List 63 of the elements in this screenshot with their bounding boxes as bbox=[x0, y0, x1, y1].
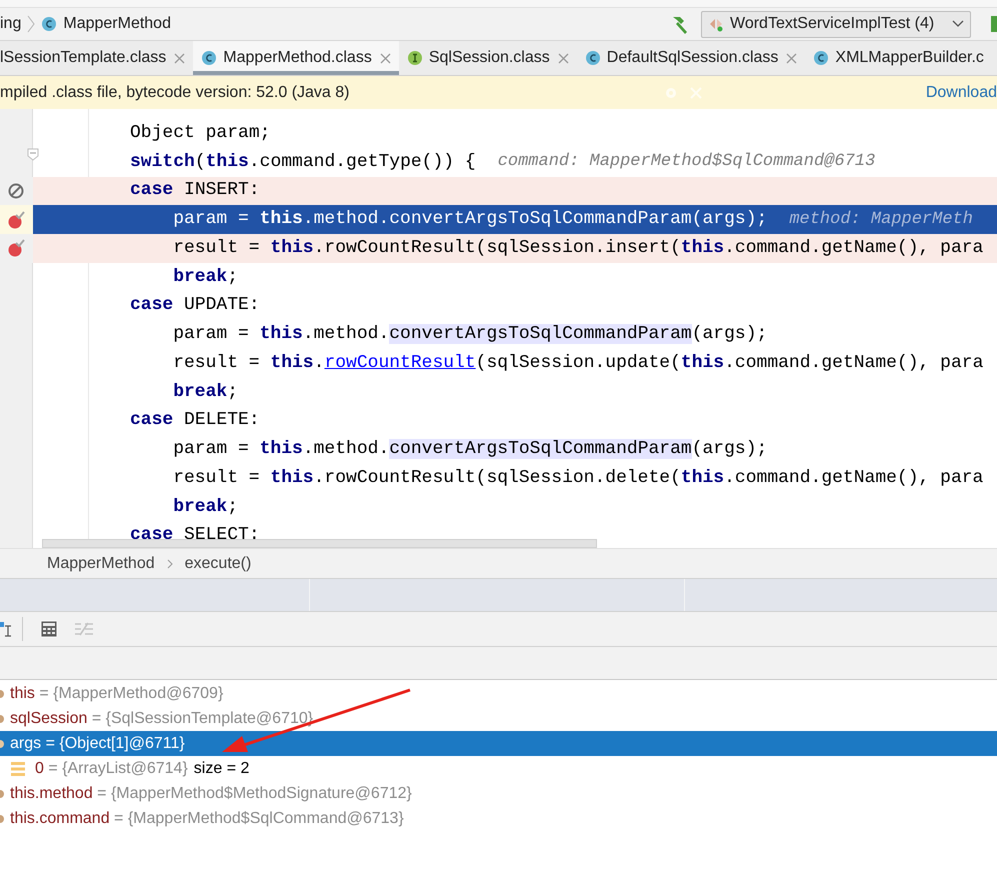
class-icon bbox=[201, 50, 218, 66]
editor-tab[interactable]: SqlSession.class bbox=[398, 41, 577, 75]
code-line: param = this.method.convertArgsToSqlCommandParam(args); bbox=[173, 323, 768, 346]
array-element-icon bbox=[11, 760, 25, 776]
variable-value: 0 = {ArrayList@6714} bbox=[35, 758, 188, 778]
code-line: case DELETE: bbox=[130, 409, 260, 432]
download-link[interactable]: Download bbox=[926, 80, 997, 104]
breakpoint-icon[interactable] bbox=[8, 210, 26, 229]
class-icon bbox=[41, 16, 58, 32]
breadcrumb-item[interactable]: ing bbox=[0, 12, 22, 36]
code-line: break; bbox=[173, 266, 238, 289]
editor-tab[interactable]: DefaultSqlSession.class bbox=[576, 41, 806, 75]
banner-message: mpiled .class file, bytecode version: 52.0 (Java 8) bbox=[0, 82, 350, 102]
variable-value: this.method = {MapperMethod$MethodSignature@6712} bbox=[10, 784, 412, 804]
inline-value-hint: method: MapperMeth bbox=[789, 208, 973, 231]
variable-row[interactable]: 0 = {ArrayList@6714} size = 2 bbox=[0, 756, 997, 781]
code-line: param = this.method.convertArgsToSqlCommandParam(args); bbox=[173, 438, 768, 462]
code-line: break; bbox=[173, 380, 238, 404]
editor-tab[interactable]: lSessionTemplate.class bbox=[0, 41, 194, 75]
code-line: case UPDATE: bbox=[130, 294, 260, 318]
variable-size: size = 2 bbox=[194, 758, 250, 778]
chevron-icon bbox=[166, 558, 173, 568]
code-line: result = this.rowCountResult(sqlSession.delete(this.command.getName(), para bbox=[173, 466, 984, 490]
variable-row[interactable]: this.method = {MapperMethod$MethodSignature@6712} bbox=[0, 781, 997, 806]
variable-row[interactable]: this = {MapperMethod@6709} bbox=[0, 681, 997, 706]
class-icon bbox=[584, 50, 601, 66]
muted-breakpoint-icon[interactable] bbox=[8, 182, 26, 200]
class-icon bbox=[813, 50, 830, 66]
code-line: result = this.rowCountResult(sqlSession.update(this.command.getName(), para bbox=[173, 352, 984, 375]
chevron-icon bbox=[27, 15, 36, 33]
editor-tab[interactable]: MapperMethod.class bbox=[193, 41, 399, 75]
interface-icon bbox=[406, 50, 423, 66]
close-icon[interactable] bbox=[558, 52, 569, 64]
variable-value: this = {MapperMethod@6709} bbox=[10, 684, 224, 704]
breadcrumb-item[interactable]: execute() bbox=[184, 552, 252, 576]
code-line: result = this.rowCountResult(sqlSession.insert(this.command.getName(), para bbox=[173, 236, 984, 260]
run-configuration-dropdown[interactable]: WordTextServiceImplTest (4) bbox=[701, 10, 971, 38]
code-line: break; bbox=[173, 496, 238, 519]
close-icon[interactable] bbox=[174, 52, 186, 64]
fold-icon[interactable] bbox=[27, 148, 39, 161]
variable-row[interactable]: args = {Object[1]@6711} bbox=[0, 731, 997, 756]
variable-row[interactable]: sqlSession = {SqlSessionTemplate@6710} bbox=[0, 706, 997, 731]
close-icon[interactable] bbox=[380, 52, 391, 64]
variable-value: sqlSession = {SqlSessionTemplate@6710} bbox=[10, 708, 314, 728]
code-line: Object param; bbox=[130, 122, 270, 145]
editor-tab[interactable]: XMLMapperBuilder.c bbox=[805, 41, 992, 75]
code-line: param = this.method.convertArgsToSqlCommandParam(args); bbox=[173, 208, 768, 232]
breadcrumb-item[interactable]: MapperMethod bbox=[63, 12, 171, 36]
close-icon[interactable] bbox=[786, 52, 798, 64]
variable-row[interactable]: this.command = {MapperMethod$SqlCommand@6713} bbox=[0, 806, 997, 831]
code-line: case INSERT: bbox=[130, 179, 260, 202]
calculator-icon[interactable] bbox=[41, 621, 57, 637]
code-link[interactable]: rowCountResult bbox=[324, 352, 476, 373]
run-config-icon bbox=[708, 16, 724, 32]
breakpoint-icon[interactable] bbox=[8, 239, 26, 258]
variable-value: args = {Object[1]@6711} bbox=[10, 734, 185, 754]
code-line: switch(this.command.getType()) { bbox=[130, 150, 476, 174]
horizontal-scrollbar[interactable] bbox=[42, 539, 597, 548]
code-line: case SELECT: bbox=[130, 524, 260, 548]
breadcrumb-item[interactable]: MapperMethod bbox=[47, 552, 155, 576]
variable-value: this.command = {MapperMethod$SqlCommand@6713} bbox=[10, 808, 404, 828]
text-cursor-icon[interactable] bbox=[0, 620, 12, 638]
inline-value-hint: command: MapperMethod$SqlCommand@6713 bbox=[498, 151, 876, 174]
